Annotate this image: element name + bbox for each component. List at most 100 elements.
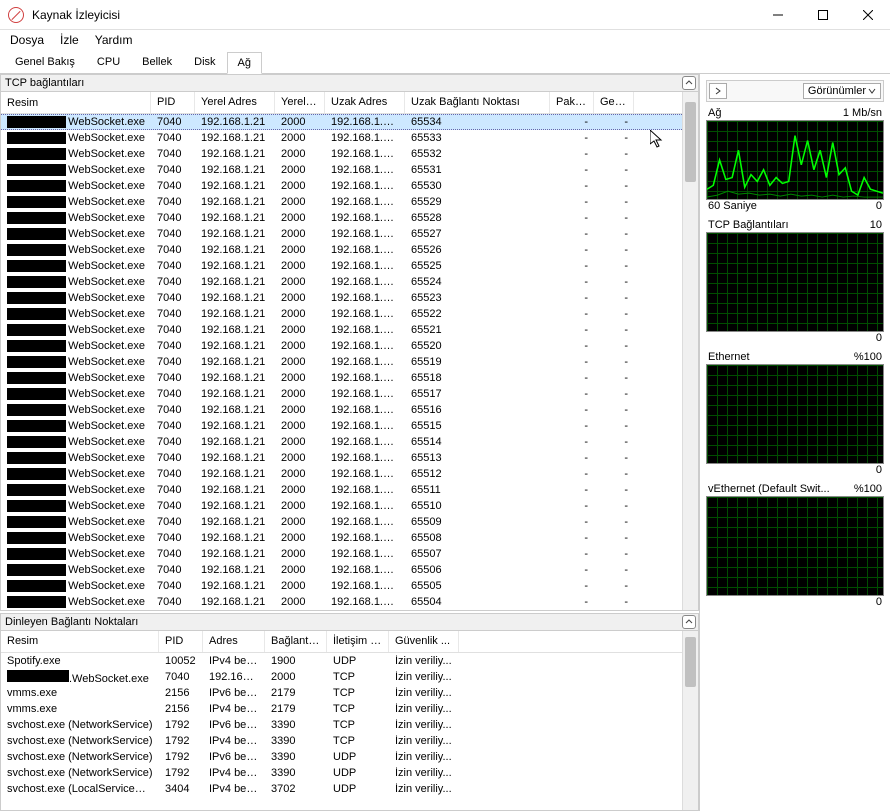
chart-footer-right: 0 <box>876 332 882 344</box>
table-row[interactable]: WebSocket.exe7040192.168.1.212000192.168… <box>1 274 682 290</box>
tab-genel-bakış[interactable]: Genel Bakış <box>4 51 86 73</box>
table-row[interactable]: WebSocket.exe7040192.168.1.212000192.168… <box>1 306 682 322</box>
tabbar: Genel BakışCPUBellekDiskAğ <box>0 50 890 74</box>
views-dropdown[interactable]: Görünümler <box>803 83 881 99</box>
table-row[interactable]: Spotify.exe10052IPv4 belirt...1900UDPİzi… <box>1 653 682 669</box>
listen-col-proto[interactable]: İletişim Ku... <box>327 631 389 652</box>
redacted-icon <box>7 292 66 304</box>
table-row[interactable]: WebSocket.exe7040192.168.1.212000192.168… <box>1 226 682 242</box>
nav-right-icon[interactable] <box>709 83 727 99</box>
chart-title: Ethernet <box>708 351 750 363</box>
table-row[interactable]: svchost.exe (NetworkService)1792IPv4 bel… <box>1 765 682 781</box>
table-row[interactable]: WebSocket.exe7040192.168.1.212000192.168… <box>1 210 682 226</box>
tcp-col-local[interactable]: Yerel Adres <box>195 92 275 113</box>
app-icon <box>8 7 24 23</box>
table-row[interactable]: WebSocket.exe7040192.168.1.212000192.168… <box>1 466 682 482</box>
table-row[interactable]: svchost.exe (NetworkService)1792IPv6 bel… <box>1 749 682 765</box>
chart-canvas <box>706 496 884 596</box>
chart-card: vEthernet (Default Swit...%1000 <box>706 482 884 608</box>
listen-section-header[interactable]: Dinleyen Bağlantı Noktaları <box>0 613 699 631</box>
tcp-section-header[interactable]: TCP bağlantıları <box>0 74 699 92</box>
listen-scrollbar[interactable] <box>682 631 698 810</box>
table-row[interactable]: WebSocket.exe7040192.168.1.212000192.168… <box>1 178 682 194</box>
table-row[interactable]: WebSocket.exe7040192.168.1.212000192.168… <box>1 194 682 210</box>
tcp-col-rport[interactable]: Uzak Bağlantı Noktası <box>405 92 550 113</box>
tcp-section-title: TCP bağlantıları <box>5 77 84 89</box>
listen-col-addr[interactable]: Adres <box>203 631 265 652</box>
tcp-col-image[interactable]: Resim <box>1 92 151 113</box>
tcp-grid[interactable]: ResimPIDYerel AdresYerel Ba...Uzak Adres… <box>1 92 682 610</box>
table-row[interactable]: WebSocket.exe7040192.168.1.212000192.168… <box>1 434 682 450</box>
menu-monitor[interactable]: İzle <box>54 31 85 49</box>
table-row[interactable]: WebSocket.exe7040192.168.1.212000192.168… <box>1 578 682 594</box>
table-row[interactable]: WebSocket.exe7040192.168.1.212000192.168… <box>1 530 682 546</box>
table-row[interactable]: WebSocket.exe7040192.168.1.212000192.168… <box>1 370 682 386</box>
redacted-icon <box>7 276 66 288</box>
collapse-up-icon[interactable] <box>682 76 696 90</box>
tcp-col-lport[interactable]: Yerel Ba... <box>275 92 325 113</box>
table-row[interactable]: WebSocket.exe7040192.168.1.212000192.168… <box>1 546 682 562</box>
table-row[interactable]: WebSocket.exe7040192.168.1.212000192.168… <box>1 290 682 306</box>
table-row[interactable]: WebSocket.exe7040192.168.1.212000192.168… <box>1 482 682 498</box>
table-row[interactable]: .WebSocket.exe7040192.168.1...2000TCPİzi… <box>1 669 682 685</box>
redacted-icon <box>7 212 66 224</box>
table-row[interactable]: WebSocket.exe7040192.168.1.212000192.168… <box>1 114 682 130</box>
table-row[interactable]: WebSocket.exe7040192.168.1.212000192.168… <box>1 322 682 338</box>
table-row[interactable]: svchost.exe (NetworkService)1792IPv4 bel… <box>1 733 682 749</box>
views-label: Görünümler <box>808 85 866 97</box>
chart-footer-right: 0 <box>876 200 882 212</box>
listen-col-port[interactable]: Bağlantı ... <box>265 631 327 652</box>
chart-canvas <box>706 120 884 200</box>
tab-ağ[interactable]: Ağ <box>227 52 262 74</box>
table-row[interactable]: vmms.exe2156IPv4 belirt...2179TCPİzin ve… <box>1 701 682 717</box>
redacted-icon <box>7 132 66 144</box>
redacted-icon <box>7 516 66 528</box>
tcp-col-loss[interactable]: Paket... <box>550 92 594 113</box>
table-row[interactable]: WebSocket.exe7040192.168.1.212000192.168… <box>1 402 682 418</box>
tcp-scrollbar[interactable] <box>682 92 698 610</box>
menu-help[interactable]: Yardım <box>89 31 139 49</box>
redacted-icon <box>7 468 66 480</box>
table-row[interactable]: WebSocket.exe7040192.168.1.212000192.168… <box>1 562 682 578</box>
table-row[interactable]: svchost.exe (LocalServiceAndNo...3404IPv… <box>1 781 682 797</box>
table-row[interactable]: WebSocket.exe7040192.168.1.212000192.168… <box>1 594 682 610</box>
tab-disk[interactable]: Disk <box>183 51 226 73</box>
table-row[interactable]: WebSocket.exe7040192.168.1.212000192.168… <box>1 498 682 514</box>
table-row[interactable]: WebSocket.exe7040192.168.1.212000192.168… <box>1 162 682 178</box>
table-row[interactable]: WebSocket.exe7040192.168.1.212000192.168… <box>1 354 682 370</box>
close-button[interactable] <box>845 0 890 30</box>
minimize-button[interactable] <box>755 0 800 30</box>
window-title: Kaynak İzleyicisi <box>32 8 755 22</box>
redacted-icon <box>7 116 66 128</box>
chart-canvas <box>706 232 884 332</box>
table-row[interactable]: WebSocket.exe7040192.168.1.212000192.168… <box>1 386 682 402</box>
listen-col-image[interactable]: Resim <box>1 631 159 652</box>
listen-col-pid[interactable]: PID <box>159 631 203 652</box>
tab-cpu[interactable]: CPU <box>86 51 131 73</box>
listen-grid[interactable]: ResimPIDAdresBağlantı ...İletişim Ku...G… <box>1 631 682 810</box>
table-row[interactable]: WebSocket.exe7040192.168.1.212000192.168… <box>1 130 682 146</box>
table-row[interactable]: svchost.exe (NetworkService)1792IPv6 bel… <box>1 717 682 733</box>
tcp-col-pid[interactable]: PID <box>151 92 195 113</box>
redacted-icon <box>7 564 66 576</box>
maximize-button[interactable] <box>800 0 845 30</box>
table-row[interactable]: WebSocket.exe7040192.168.1.212000192.168… <box>1 338 682 354</box>
table-row[interactable]: WebSocket.exe7040192.168.1.212000192.168… <box>1 514 682 530</box>
redacted-icon <box>7 308 66 320</box>
redacted-icon <box>7 596 66 608</box>
tab-bellek[interactable]: Bellek <box>131 51 183 73</box>
tcp-col-latency[interactable]: Gecik... <box>594 92 634 113</box>
listen-section-title: Dinleyen Bağlantı Noktaları <box>5 616 138 628</box>
table-row[interactable]: WebSocket.exe7040192.168.1.212000192.168… <box>1 258 682 274</box>
chart-max-label: 1 Mb/sn <box>843 107 882 119</box>
table-row[interactable]: WebSocket.exe7040192.168.1.212000192.168… <box>1 146 682 162</box>
redacted-icon <box>7 484 66 496</box>
listen-col-fw[interactable]: Güvenlik ... <box>389 631 459 652</box>
table-row[interactable]: vmms.exe2156IPv6 belirt...2179TCPİzin ve… <box>1 685 682 701</box>
menu-file[interactable]: Dosya <box>4 31 50 49</box>
tcp-col-remote[interactable]: Uzak Adres <box>325 92 405 113</box>
table-row[interactable]: WebSocket.exe7040192.168.1.212000192.168… <box>1 418 682 434</box>
table-row[interactable]: WebSocket.exe7040192.168.1.212000192.168… <box>1 242 682 258</box>
collapse-up-icon[interactable] <box>682 615 696 629</box>
table-row[interactable]: WebSocket.exe7040192.168.1.212000192.168… <box>1 450 682 466</box>
